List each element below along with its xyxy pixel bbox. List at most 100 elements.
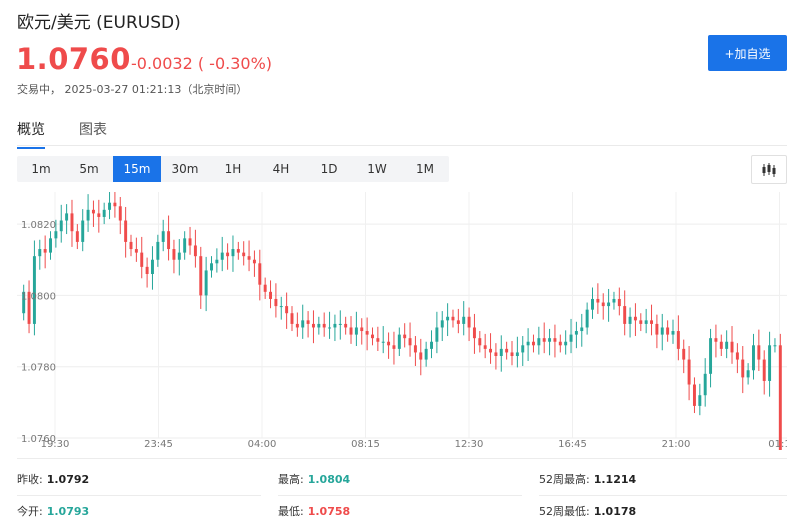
stat-prev-close: 昨收: 1.0792 xyxy=(17,473,90,486)
candle-body xyxy=(290,313,294,324)
candle-body xyxy=(306,320,310,324)
candle-body xyxy=(188,238,192,246)
candle-body xyxy=(161,231,165,242)
candle-body xyxy=(311,323,315,328)
candle-body xyxy=(612,298,616,303)
candle-body xyxy=(698,395,702,406)
row-divider xyxy=(17,495,261,496)
candle-body xyxy=(419,352,423,360)
candle-body xyxy=(505,348,509,353)
candle-body xyxy=(752,345,755,371)
row-divider xyxy=(278,495,522,496)
add-watchlist-button[interactable]: +加自选 xyxy=(708,35,787,71)
candle-body xyxy=(387,341,391,346)
interval-4h[interactable]: 4H xyxy=(257,156,305,182)
candle-body xyxy=(489,348,493,353)
x-tick-label: 23:45 xyxy=(144,439,173,450)
candle-body xyxy=(150,259,154,274)
interval-30m[interactable]: 30m xyxy=(161,156,209,182)
candle-body xyxy=(607,302,611,307)
candle-body xyxy=(709,338,713,374)
candle-body xyxy=(725,341,729,349)
candle-body xyxy=(413,345,417,353)
candle-body xyxy=(446,316,450,321)
candle-body xyxy=(242,252,246,257)
candle-body xyxy=(344,323,348,328)
candle-body xyxy=(333,323,337,328)
candle-body xyxy=(440,320,444,328)
candle-body xyxy=(91,209,95,214)
x-tick-label: 12:30 xyxy=(455,439,484,450)
candle-body xyxy=(258,263,262,285)
candle-body xyxy=(537,338,541,346)
candle-body xyxy=(397,334,401,349)
candle-body xyxy=(38,249,42,257)
candle-body xyxy=(692,384,696,406)
candle-body xyxy=(32,256,36,324)
candle-body xyxy=(102,209,106,217)
candle-body xyxy=(54,231,58,239)
candle-body xyxy=(687,359,691,385)
candle-body xyxy=(483,345,487,349)
stat-low: 最低: 1.0758 xyxy=(278,505,351,518)
candle-body xyxy=(762,359,766,381)
candles xyxy=(22,192,782,450)
interval-5m[interactable]: 5m xyxy=(65,156,113,182)
candle-body xyxy=(521,345,525,353)
interval-1w[interactable]: 1W xyxy=(353,156,401,182)
price-chart[interactable]: 1.08201.08001.07801.0760 19:30 23:45 04:00… xyxy=(17,192,787,450)
candle-body xyxy=(515,352,519,356)
candle-body xyxy=(499,348,503,356)
candle-body xyxy=(596,298,600,303)
candle-body xyxy=(403,334,407,339)
candle-body xyxy=(65,213,69,221)
x-tick-label: 08:15 xyxy=(351,439,380,450)
candle-body xyxy=(49,238,52,253)
candle-body xyxy=(644,320,648,324)
candle-body xyxy=(601,302,605,307)
candle-body xyxy=(773,345,777,347)
candle-body xyxy=(456,320,460,324)
interval-1d[interactable]: 1D xyxy=(305,156,353,182)
candle-body xyxy=(134,249,138,253)
candle-body xyxy=(462,316,466,324)
candle-body xyxy=(172,249,176,260)
chart-grid xyxy=(17,192,787,439)
interval-1m[interactable]: 1m xyxy=(17,156,65,182)
interval-15m[interactable]: 15m xyxy=(113,156,161,182)
candle-body xyxy=(591,298,594,310)
candle-body xyxy=(467,316,471,328)
candle-body xyxy=(430,341,433,349)
candle-body xyxy=(376,338,380,342)
x-tick-label: 01:1 xyxy=(768,439,787,450)
candle-body xyxy=(204,270,208,296)
candle-body xyxy=(655,323,659,335)
candle-body xyxy=(295,323,299,328)
candle-body xyxy=(269,291,273,299)
candle-body xyxy=(349,327,353,335)
candle-body xyxy=(226,252,230,257)
candle-body xyxy=(671,331,675,335)
stat-52w-low: 52周最低: 1.0178 xyxy=(539,505,637,518)
interval-1mo[interactable]: 1M xyxy=(401,156,449,182)
candle-body xyxy=(526,341,530,346)
candle-body xyxy=(617,298,621,307)
candle-body xyxy=(392,345,396,349)
stat-open: 今开: 1.0793 xyxy=(17,505,90,518)
candle-body xyxy=(199,256,203,296)
candle-body xyxy=(435,327,439,342)
page-title: 欧元/美元 (EURUSD) xyxy=(17,13,181,33)
candle-body xyxy=(719,341,723,349)
chart-type-button[interactable] xyxy=(751,155,787,184)
candle-body xyxy=(381,341,385,343)
candle-body xyxy=(623,306,627,324)
interval-1h[interactable]: 1H xyxy=(209,156,257,182)
candle-body xyxy=(676,331,680,349)
candle-body xyxy=(714,338,718,342)
candle-body xyxy=(650,320,654,324)
stat-high: 最高: 1.0804 xyxy=(278,473,351,486)
candle-body xyxy=(778,345,782,450)
candle-body xyxy=(210,263,213,271)
candle-body xyxy=(279,306,283,308)
candle-body xyxy=(231,249,235,257)
